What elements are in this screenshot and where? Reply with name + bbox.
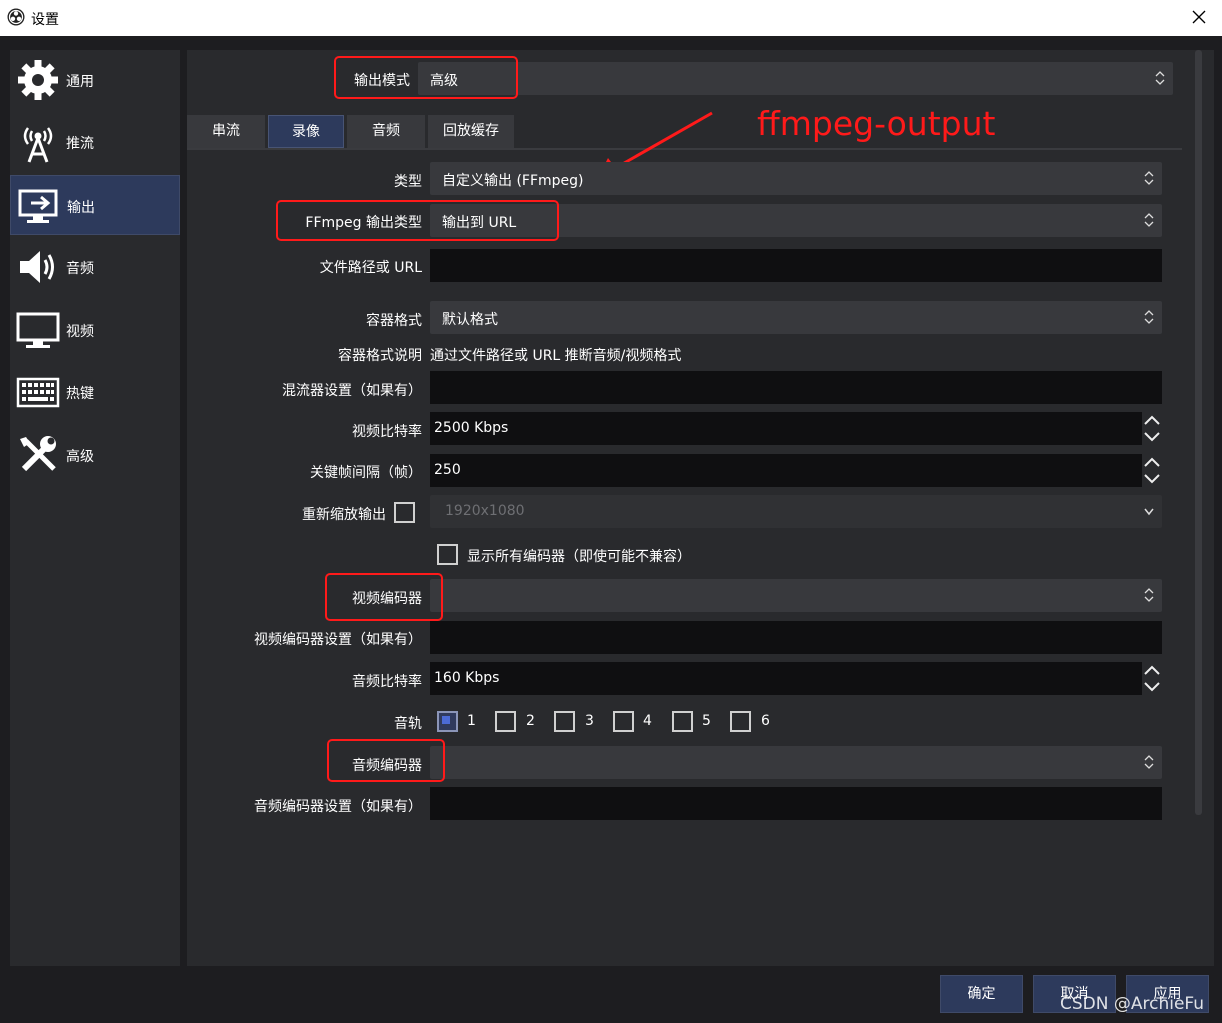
- highlight-box-video-encoder: [325, 573, 443, 621]
- audio-track-2-label: 2: [526, 713, 535, 729]
- watermark: CSDN @ArchieFu: [1060, 994, 1205, 1014]
- audio-bitrate-label: 音频比特率: [352, 674, 422, 690]
- show-all-encoders-checkbox[interactable]: [437, 544, 458, 565]
- video-encoder-settings-input[interactable]: [430, 621, 1162, 654]
- speaker-icon: [20, 251, 54, 283]
- audio-track-5-label: 5: [702, 713, 711, 729]
- keyframe-interval-spinbox[interactable]: 250: [430, 454, 1162, 487]
- audio-encoder-settings-label: 音频编码器设置（如果有）: [254, 799, 422, 815]
- video-encoder-select[interactable]: [430, 579, 1162, 612]
- audio-bitrate-spinbox[interactable]: 160 Kbps: [430, 662, 1162, 695]
- tab-streaming[interactable]: 串流: [187, 115, 265, 148]
- keyboard-icon: [16, 377, 60, 408]
- title-bar: 设置: [0, 0, 1222, 36]
- settings-sidebar: 通用 推流 输出 音频 视频 热键 高级: [10, 50, 180, 966]
- spin-updown-icon[interactable]: [1142, 412, 1162, 445]
- updown-arrows-icon: [1144, 213, 1154, 227]
- sidebar-item-output[interactable]: 输出: [10, 175, 180, 235]
- vertical-scrollbar[interactable]: [1195, 50, 1202, 815]
- file-path-label: 文件路径或 URL: [319, 260, 422, 276]
- close-icon[interactable]: [1188, 6, 1210, 28]
- audio-track-6-label: 6: [761, 713, 770, 729]
- video-bitrate-spinbox[interactable]: 2500 Kbps: [430, 412, 1162, 445]
- gear-icon: [18, 60, 58, 100]
- file-path-input[interactable]: [430, 249, 1162, 282]
- tab-audio[interactable]: 音频: [347, 115, 425, 148]
- container-format-value: 默认格式: [442, 312, 498, 328]
- container-format-label: 容器格式: [366, 313, 422, 329]
- video-encoder-settings-label: 视频编码器设置（如果有）: [254, 632, 422, 648]
- sidebar-item-label: 通用: [66, 74, 94, 90]
- broadcast-antenna-icon: [23, 127, 53, 163]
- audio-track-label: 音轨: [394, 716, 422, 732]
- type-label: 类型: [394, 174, 422, 190]
- sidebar-item-label: 输出: [67, 200, 95, 216]
- updown-arrows-icon: [1144, 171, 1154, 185]
- annotation-text: ffmpeg-output: [757, 104, 996, 143]
- audio-encoder-settings-input[interactable]: [430, 787, 1162, 820]
- updown-arrows-icon: [1155, 71, 1165, 85]
- tools-icon: [20, 436, 56, 472]
- ok-button[interactable]: 确定: [940, 975, 1023, 1013]
- container-format-select[interactable]: 默认格式: [430, 301, 1162, 334]
- updown-arrows-icon: [1144, 588, 1154, 602]
- sidebar-item-label: 推流: [66, 136, 94, 152]
- tab-replay-buffer[interactable]: 回放缓存: [428, 115, 514, 148]
- sidebar-item-general[interactable]: 通用: [10, 50, 180, 110]
- output-mode-select[interactable]: 高级: [418, 62, 1173, 95]
- sidebar-item-video[interactable]: 视频: [10, 300, 180, 360]
- show-all-encoders-label: 显示所有编码器（即使可能不兼容）: [467, 549, 691, 565]
- audio-bitrate-value: 160 Kbps: [434, 670, 500, 686]
- sidebar-item-audio[interactable]: 音频: [10, 237, 180, 297]
- highlight-box-audio-encoder: [327, 739, 445, 782]
- video-bitrate-value: 2500 Kbps: [434, 420, 509, 436]
- spin-updown-icon[interactable]: [1142, 454, 1162, 487]
- updown-arrows-icon: [1144, 310, 1154, 324]
- sidebar-item-label: 高级: [66, 449, 94, 465]
- audio-track-1-label: 1: [467, 713, 476, 729]
- audio-track-1-checkbox[interactable]: [437, 711, 458, 732]
- rescale-output-checkbox[interactable]: [394, 502, 415, 523]
- muxer-settings-label: 混流器设置（如果有）: [282, 383, 422, 399]
- rescale-resolution-select[interactable]: 1920x1080: [430, 495, 1162, 528]
- keyframe-interval-label: 关键帧间隔（帧）: [310, 465, 422, 481]
- audio-track-4-checkbox[interactable]: [613, 711, 634, 732]
- type-value: 自定义输出 (FFmpeg): [442, 173, 584, 189]
- audio-track-5-checkbox[interactable]: [672, 711, 693, 732]
- tab-recording[interactable]: 录像: [268, 115, 344, 148]
- audio-encoder-select[interactable]: [430, 746, 1162, 779]
- sidebar-item-stream[interactable]: 推流: [10, 112, 180, 172]
- audio-track-6-checkbox[interactable]: [730, 711, 751, 732]
- window-title: 设置: [31, 12, 59, 28]
- audio-track-3-label: 3: [585, 713, 594, 729]
- audio-track-2-checkbox[interactable]: [495, 711, 516, 732]
- obs-logo-icon: [7, 8, 25, 26]
- audio-track-3-checkbox[interactable]: [554, 711, 575, 732]
- chevron-down-icon: [1144, 508, 1154, 516]
- monitor-output-icon: [18, 189, 58, 223]
- rescale-output-label: 重新缩放输出: [302, 507, 386, 523]
- sidebar-item-hotkeys[interactable]: 热键: [10, 362, 180, 422]
- type-select[interactable]: 自定义输出 (FFmpeg): [430, 162, 1162, 195]
- video-bitrate-label: 视频比特率: [352, 424, 422, 440]
- keyframe-interval-value: 250: [434, 462, 461, 478]
- updown-arrows-icon: [1144, 755, 1154, 769]
- sidebar-item-label: 热键: [66, 386, 94, 402]
- muxer-settings-input[interactable]: [430, 371, 1162, 404]
- rescale-resolution-value: 1920x1080: [445, 503, 525, 519]
- sidebar-item-label: 视频: [66, 324, 94, 340]
- spin-updown-icon[interactable]: [1142, 662, 1162, 695]
- container-desc-value: 通过文件路径或 URL 推断音频/视频格式: [430, 348, 682, 364]
- highlight-box-output-mode: [334, 56, 518, 99]
- sidebar-item-label: 音频: [66, 261, 94, 277]
- audio-track-4-label: 4: [643, 713, 652, 729]
- monitor-icon: [16, 312, 60, 348]
- container-desc-label: 容器格式说明: [338, 348, 422, 364]
- sidebar-item-advanced[interactable]: 高级: [10, 425, 180, 485]
- highlight-box-ffmpeg-output-type: [276, 200, 559, 241]
